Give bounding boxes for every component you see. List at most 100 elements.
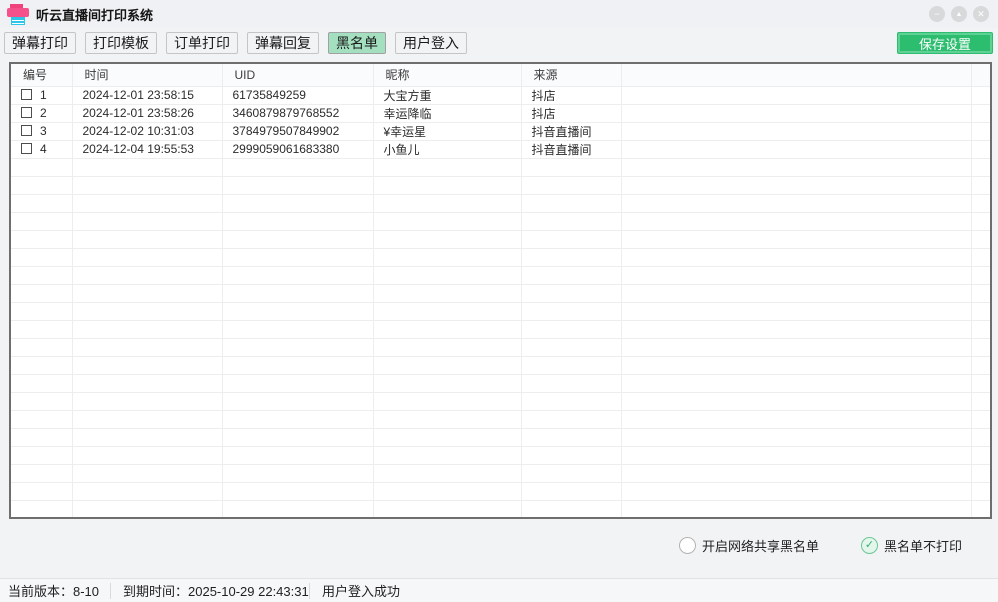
cell-empty	[72, 302, 222, 320]
column-header: 编号	[10, 63, 72, 86]
cell-time: 2024-12-01 23:58:26	[72, 104, 222, 122]
app-window: 听云直播间打印系统 − ▲ ✕ 弹幕打印打印模板订单打印弹幕回复黑名单用户登入 …	[0, 0, 998, 602]
cell-empty	[72, 464, 222, 482]
cell-empty	[971, 284, 991, 302]
cell-nickname: ¥幸运星	[373, 122, 521, 140]
cell-empty	[621, 284, 971, 302]
cell-filler	[971, 122, 991, 140]
cell-empty	[373, 482, 521, 500]
cell-empty	[621, 356, 971, 374]
cell-empty	[521, 212, 621, 230]
cell-empty	[971, 464, 991, 482]
share-blacklist-option[interactable]: 开启网络共享黑名单	[679, 536, 819, 555]
table-row-empty	[10, 176, 991, 194]
radio-unchecked-icon[interactable]	[679, 537, 696, 554]
close-icon[interactable]: ✕	[973, 6, 989, 22]
cell-empty	[10, 266, 72, 284]
row-checkbox[interactable]	[21, 107, 32, 118]
table-row[interactable]: 12024-12-01 23:58:1561735849259大宝方重抖店	[10, 86, 991, 104]
tab-bar: 弹幕打印打印模板订单打印弹幕回复黑名单用户登入 保存设置	[0, 28, 998, 58]
cell-empty	[373, 356, 521, 374]
cell-empty	[521, 428, 621, 446]
cell-empty	[222, 158, 373, 176]
cell-empty	[971, 248, 991, 266]
table-row[interactable]: 42024-12-04 19:55:532999059061683380小鱼儿抖…	[10, 140, 991, 158]
cell-empty	[521, 392, 621, 410]
no-print-option[interactable]: ✓ 黑名单不打印	[861, 536, 962, 555]
table-row-empty	[10, 284, 991, 302]
maximize-icon[interactable]: ▲	[951, 6, 967, 22]
cell-empty	[621, 410, 971, 428]
cell-empty	[621, 176, 971, 194]
status-expire: 到期时间：2025-10-29 22:43:31	[111, 581, 309, 600]
tab-2[interactable]: 打印模板	[85, 32, 157, 54]
check-circle-icon[interactable]: ✓	[861, 537, 878, 554]
cell-empty	[72, 338, 222, 356]
cell-source: 抖店	[521, 86, 621, 104]
cell-empty	[621, 248, 971, 266]
table-row-empty	[10, 320, 991, 338]
cell-empty	[10, 176, 72, 194]
cell-empty	[621, 446, 971, 464]
table-row[interactable]: 2 2024-12-01 23:58:263460879879768552幸运降临…	[10, 104, 991, 122]
cell-empty	[971, 428, 991, 446]
row-number: 2	[40, 106, 47, 120]
cell-empty	[222, 194, 373, 212]
cell-uid: 61735849259	[222, 86, 373, 104]
cell-empty	[621, 212, 971, 230]
table-row-empty	[10, 338, 991, 356]
cell-empty	[222, 266, 373, 284]
cell-empty	[10, 230, 72, 248]
cell-empty	[373, 428, 521, 446]
cell-empty	[72, 248, 222, 266]
tab-4[interactable]: 弹幕回复	[247, 32, 319, 54]
cell-empty	[222, 464, 373, 482]
cell-empty	[373, 194, 521, 212]
row-checkbox[interactable]	[21, 143, 32, 154]
save-settings-button[interactable]: 保存设置	[897, 32, 993, 54]
cell-uid: 2999059061683380	[222, 140, 373, 158]
column-header: 昵称	[373, 63, 521, 86]
cell-nickname: 幸运降临	[373, 104, 521, 122]
cell-filler	[621, 140, 971, 158]
cell-num: 4	[10, 140, 72, 158]
column-header: UID	[222, 63, 373, 86]
tab-5[interactable]: 黑名单	[328, 32, 386, 54]
cell-empty	[621, 230, 971, 248]
cell-empty	[10, 284, 72, 302]
cell-num: 3	[10, 122, 72, 140]
table-row-empty	[10, 230, 991, 248]
tab-1[interactable]: 弹幕打印	[4, 32, 76, 54]
cell-empty	[373, 158, 521, 176]
cell-empty	[373, 176, 521, 194]
table-row[interactable]: 32024-12-02 10:31:033784979507849902¥幸运星…	[10, 122, 991, 140]
cell-empty	[72, 158, 222, 176]
cell-empty	[72, 500, 222, 518]
cell-empty	[621, 392, 971, 410]
cell-empty	[971, 194, 991, 212]
cell-empty	[10, 302, 72, 320]
tab-6[interactable]: 用户登入	[395, 32, 467, 54]
cell-empty	[222, 284, 373, 302]
cell-empty	[621, 302, 971, 320]
cell-uid: 3784979507849902	[222, 122, 373, 140]
cell-empty	[72, 320, 222, 338]
table-row-empty	[10, 500, 991, 518]
cell-empty	[971, 356, 991, 374]
cell-time: 2024-12-02 10:31:03	[72, 122, 222, 140]
row-checkbox[interactable]	[21, 125, 32, 136]
table-row-empty	[10, 302, 991, 320]
main-content: 编号时间UID昵称来源 12024-12-01 23:58:1561735849…	[0, 58, 998, 578]
tab-3[interactable]: 订单打印	[166, 32, 238, 54]
cell-empty	[72, 266, 222, 284]
cell-empty	[373, 374, 521, 392]
cell-uid: 3460879879768552	[222, 104, 373, 122]
cell-empty	[621, 266, 971, 284]
titlebar: 听云直播间打印系统 − ▲ ✕	[0, 0, 998, 28]
cell-empty	[373, 410, 521, 428]
row-checkbox[interactable]	[21, 89, 32, 100]
cell-empty	[373, 230, 521, 248]
cell-empty	[10, 356, 72, 374]
cell-empty	[72, 356, 222, 374]
minimize-icon[interactable]: −	[929, 6, 945, 22]
